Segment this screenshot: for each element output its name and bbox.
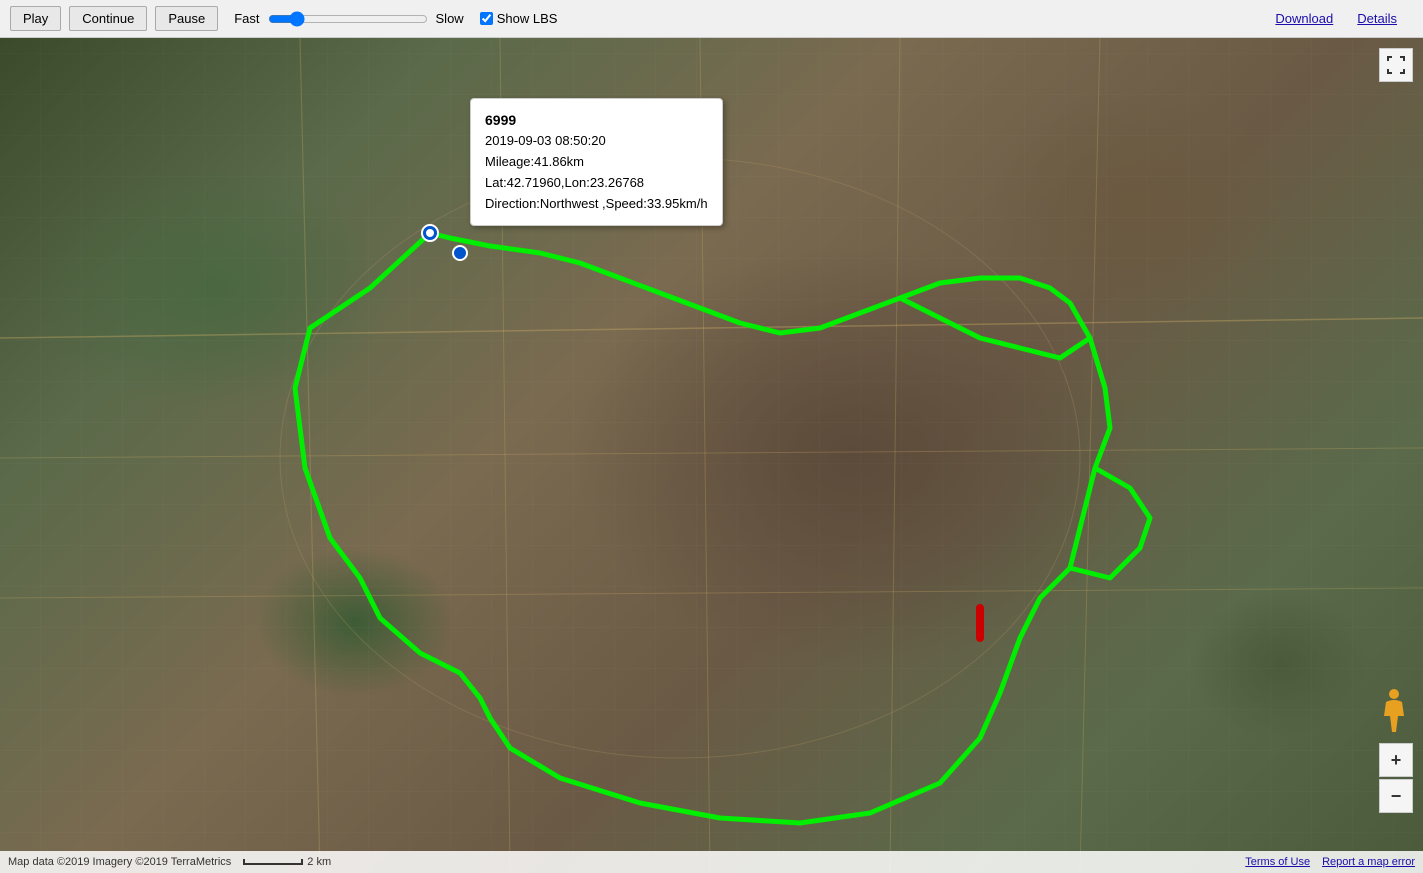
zoom-in-button[interactable]: + xyxy=(1379,743,1413,777)
show-lbs-checkbox[interactable] xyxy=(480,12,493,25)
popup-direction-speed: Direction:Northwest ,Speed:33.95km/h xyxy=(485,194,708,215)
continue-button[interactable]: Continue xyxy=(69,6,147,31)
popup-mileage: Mileage:41.86km xyxy=(485,152,708,173)
terms-of-use-link[interactable]: Terms of Use xyxy=(1245,856,1310,868)
slow-label: Slow xyxy=(436,11,464,26)
scale-line xyxy=(243,859,303,865)
info-popup: 6999 2019-09-03 08:50:20 Mileage:41.86km… xyxy=(470,98,723,226)
zoom-out-button[interactable]: − xyxy=(1379,779,1413,813)
map-container[interactable]: 6999 2019-09-03 08:50:20 Mileage:41.86km… xyxy=(0,38,1423,873)
map-controls: + − xyxy=(1379,743,1413,813)
fast-label: Fast xyxy=(234,11,259,26)
map-data-attribution: Map data ©2019 Imagery ©2019 TerraMetric… xyxy=(8,856,231,868)
scale-bar: 2 km xyxy=(243,856,331,868)
download-link[interactable]: Download xyxy=(1275,11,1333,26)
play-button[interactable]: Play xyxy=(10,6,61,31)
pause-button[interactable]: Pause xyxy=(155,6,218,31)
speed-slider[interactable] xyxy=(268,11,428,27)
streetview-person-icon[interactable] xyxy=(1378,688,1410,743)
attribution-bar: Map data ©2019 Imagery ©2019 TerraMetric… xyxy=(0,851,1423,873)
scale-label: 2 km xyxy=(307,856,331,868)
show-lbs-label: Show LBS xyxy=(497,11,558,26)
details-link[interactable]: Details xyxy=(1357,11,1397,26)
popup-latlon: Lat:42.71960,Lon:23.26768 xyxy=(485,173,708,194)
popup-vehicle-id: 6999 xyxy=(485,109,708,131)
fullscreen-button[interactable] xyxy=(1379,48,1413,82)
report-map-error-link[interactable]: Report a map error xyxy=(1322,856,1415,868)
toolbar: Play Continue Pause Fast Slow Show LBS D… xyxy=(0,0,1423,38)
popup-datetime: 2019-09-03 08:50:20 xyxy=(485,131,708,152)
